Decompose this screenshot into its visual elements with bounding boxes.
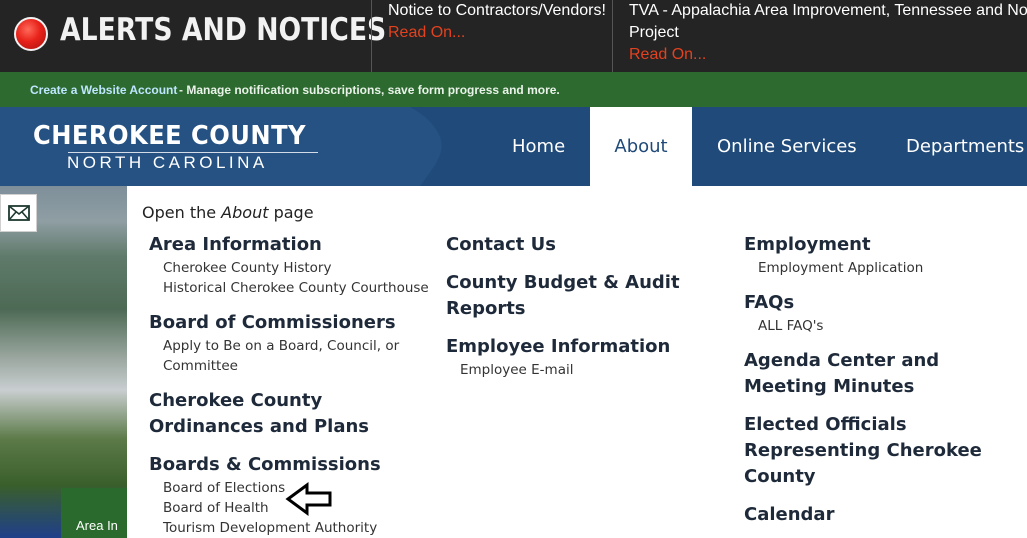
open-page-name: About — [221, 203, 269, 222]
envelope-icon — [7, 205, 30, 221]
logo-title[interactable]: CHEROKEE COUNTY — [33, 121, 306, 151]
nav-online-services[interactable]: Online Services — [717, 107, 857, 186]
menu-heading-faqs[interactable]: FAQs — [744, 290, 1024, 316]
about-dropdown-menu: Open the About page Area Information Cher… — [127, 186, 1027, 538]
nav-about[interactable]: About — [590, 107, 692, 186]
menu-group-faqs: FAQs ALL FAQ's — [744, 290, 1024, 336]
menu-group-area-information: Area Information Cherokee County History H… — [149, 232, 439, 298]
open-prefix: Open the — [142, 203, 217, 222]
menu-link-tourism-development-authority[interactable]: Tourism Development Authority — [149, 518, 439, 538]
menu-group-elected-officials-representing-cherokee-county: Elected Officials Representing Cherokee … — [744, 412, 1024, 490]
alert-notice-2[interactable]: TVA - Appalachia Area Improvement, Tenne… — [629, 0, 1027, 66]
logo-subtitle[interactable]: NORTH CAROLINA — [67, 153, 268, 173]
open-suffix: page — [273, 203, 314, 222]
menu-heading-area-information[interactable]: Area Information — [149, 232, 439, 258]
menu-heading-cherokee-county-ordinances-and-plans[interactable]: Cherokee County Ordinances and Plans — [149, 388, 439, 440]
menu-group-cherokee-county-ordinances-and-plans: Cherokee County Ordinances and Plans — [149, 388, 439, 440]
menu-group-board-of-commissioners: Board of Commissioners Apply to Be on a B… — [149, 310, 439, 376]
open-about-page-link[interactable]: Open the About page — [142, 203, 314, 222]
menu-heading-elected-officials-representing-cherokee-county[interactable]: Elected Officials Representing Cherokee … — [744, 412, 1024, 490]
menu-heading-board-of-commissioners[interactable]: Board of Commissioners — [149, 310, 439, 336]
menu-link-employee-e-mail[interactable]: Employee E-mail — [446, 360, 726, 380]
menu-heading-boards-and-commissions[interactable]: Boards & Commissions — [149, 452, 439, 478]
email-icon[interactable] — [0, 194, 37, 232]
menu-link-historical-cherokee-county-courthouse[interactable]: Historical Cherokee County Courthouse — [149, 278, 439, 298]
area-info-tile-label: Area In — [76, 518, 118, 533]
menu-group-county-budget-and-audit-reports: County Budget & Audit Reports — [446, 270, 726, 322]
menu-heading-employment[interactable]: Employment — [744, 232, 1024, 258]
create-account-link[interactable]: Create a Website Account — [30, 83, 177, 97]
menu-heading-county-budget-and-audit-reports[interactable]: County Budget & Audit Reports — [446, 270, 726, 322]
alert-divider — [371, 0, 372, 72]
notice-text: Notice to Contractors/Vendors! — [388, 2, 606, 19]
alerts-title[interactable]: ALERTS AND NOTICES — [60, 12, 386, 48]
menu-heading-calendar[interactable]: Calendar — [744, 502, 1024, 528]
account-description: - Manage notification subscriptions, sav… — [179, 83, 560, 97]
notice-text: TVA - Appalachia Area Improvement, Tenne… — [629, 2, 1027, 41]
pointer-arrow-icon — [285, 482, 332, 516]
background-scenery-image: Area In — [0, 186, 127, 538]
menu-group-contact-us: Contact Us — [446, 232, 726, 258]
alert-indicator-icon — [14, 17, 48, 51]
menu-link-employment-application[interactable]: Employment Application — [744, 258, 1024, 278]
nav-departments[interactable]: Departments — [906, 107, 1024, 186]
menu-group-calendar: Calendar — [744, 502, 1024, 528]
menu-column-3: Employment Employment Application FAQs ALL … — [744, 232, 1024, 538]
menu-group-agenda-center-and-meeting-minutes: Agenda Center and Meeting Minutes — [744, 348, 1024, 400]
menu-group-employment: Employment Employment Application — [744, 232, 1024, 278]
read-on-link[interactable]: Read On... — [629, 44, 1027, 66]
read-on-link[interactable]: Read On... — [388, 22, 608, 44]
menu-heading-agenda-center-and-meeting-minutes[interactable]: Agenda Center and Meeting Minutes — [744, 348, 1024, 400]
menu-heading-contact-us[interactable]: Contact Us — [446, 232, 726, 258]
menu-column-2: Contact Us County Budget & Audit Reports E… — [446, 232, 726, 392]
alert-notice-1[interactable]: Notice to Contractors/Vendors! Read On..… — [388, 0, 608, 44]
menu-link-apply-to-be-on-a-board-council-or-committee[interactable]: Apply to Be on a Board, Council, or Comm… — [149, 336, 439, 376]
menu-group-employee-information: Employee Information Employee E-mail — [446, 334, 726, 380]
menu-link-cherokee-county-history[interactable]: Cherokee County History — [149, 258, 439, 278]
alert-divider — [612, 0, 613, 72]
menu-link-all-faq-s[interactable]: ALL FAQ's — [744, 316, 1024, 336]
site-header: CHEROKEE COUNTY NORTH CAROLINA Home Abou… — [0, 107, 1027, 186]
alerts-bar: ALERTS AND NOTICES Notice to Contractors… — [0, 0, 1027, 72]
account-bar: Create a Website Account - Manage notifi… — [0, 72, 1027, 107]
nav-home[interactable]: Home — [512, 107, 565, 186]
menu-heading-employee-information[interactable]: Employee Information — [446, 334, 726, 360]
